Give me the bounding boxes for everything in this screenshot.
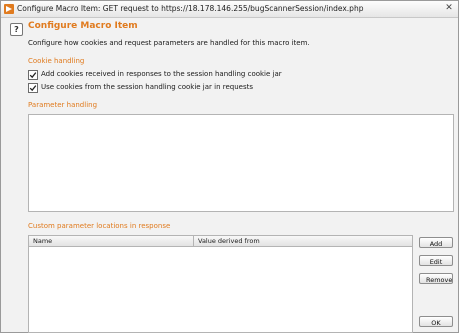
dialog-heading: Configure Macro Item [28, 21, 138, 31]
parameter-handling-label: Parameter handling [28, 101, 98, 109]
add-cookies-checkbox[interactable] [28, 70, 38, 80]
column-header-value-derived-from[interactable]: Value derived from [194, 236, 398, 246]
checkmark-icon [29, 85, 37, 92]
checkmark-icon [29, 72, 37, 79]
remove-button[interactable]: Remove [419, 273, 453, 284]
dialog-description: Configure how cookies and request parame… [28, 39, 310, 47]
table-header: Name Value derived from [29, 236, 412, 247]
edit-button[interactable]: Edit [419, 255, 453, 266]
add-cookies-label: Add cookies received in responses to the… [41, 70, 282, 78]
add-button[interactable]: Add [419, 237, 453, 248]
app-icon [4, 4, 14, 14]
use-cookies-checkbox[interactable] [28, 83, 38, 93]
ok-button[interactable]: OK [419, 316, 453, 327]
custom-params-label: Custom parameter locations in response [28, 222, 171, 230]
close-icon: ✕ [445, 3, 453, 13]
parameter-handling-panel[interactable] [28, 114, 454, 212]
custom-params-table[interactable]: Name Value derived from [28, 235, 413, 333]
title-bar: Configure Macro Item: GET request to htt… [1, 1, 458, 18]
help-icon[interactable]: ? [10, 23, 23, 36]
cookie-handling-label: Cookie handling [28, 57, 85, 65]
use-cookies-label: Use cookies from the session handling co… [41, 83, 254, 91]
configure-macro-item-dialog: Configure Macro Item: GET request to htt… [0, 0, 459, 333]
close-button[interactable]: ✕ [442, 2, 456, 15]
window-title: Configure Macro Item: GET request to htt… [17, 4, 364, 13]
column-header-name[interactable]: Name [29, 236, 194, 246]
